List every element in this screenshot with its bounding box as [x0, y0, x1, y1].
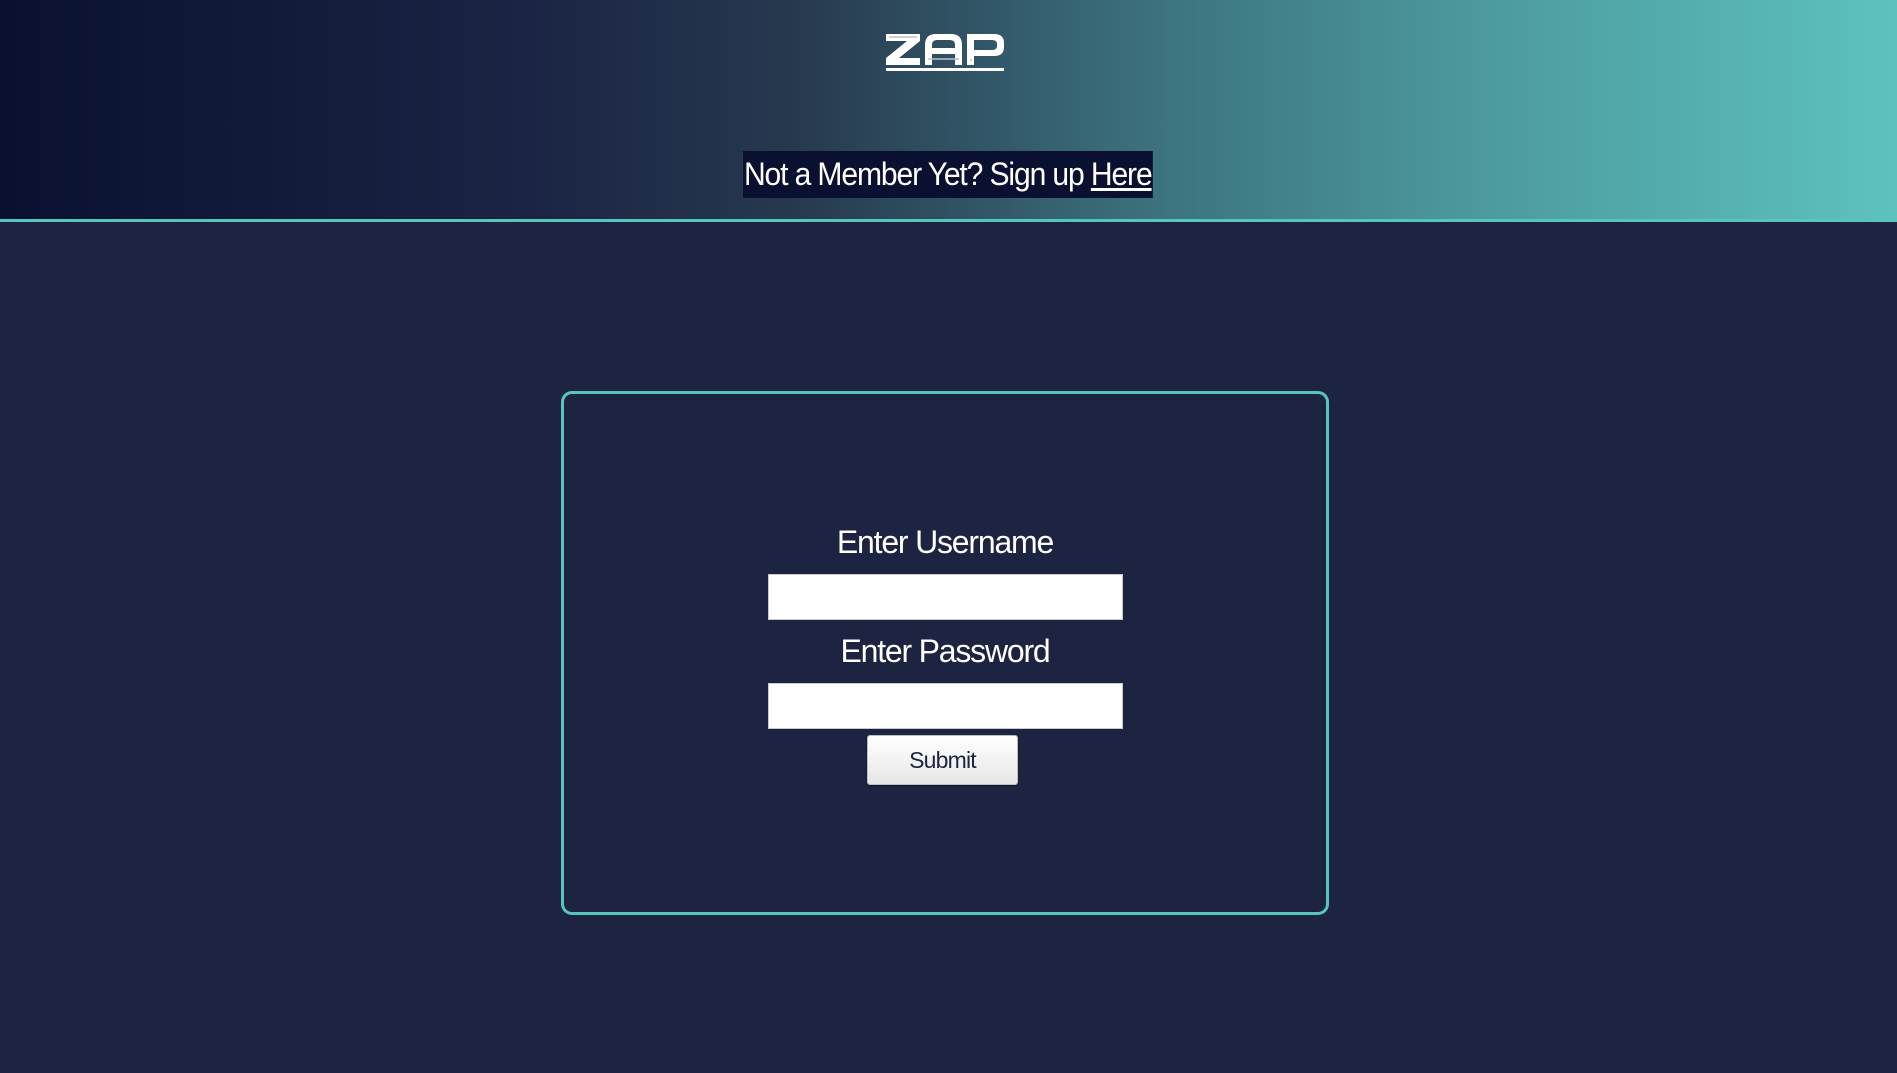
submit-button[interactable]: Submit [867, 735, 1018, 785]
password-input[interactable] [768, 683, 1123, 729]
zap-logo[interactable] [884, 30, 1006, 74]
signup-here-link[interactable]: Here [1091, 156, 1153, 192]
signup-prompt-text: Not a Member Yet? Sign up [743, 156, 1091, 192]
signup-prompt: Not a Member Yet? Sign up Here [743, 151, 1153, 198]
username-label: Enter Username [836, 524, 1054, 560]
page-header: Not a Member Yet? Sign up Here [0, 0, 1897, 222]
password-label: Enter Password [840, 633, 1050, 669]
username-input[interactable] [768, 574, 1123, 620]
login-card: Enter Username Enter Password Submit [561, 391, 1329, 915]
